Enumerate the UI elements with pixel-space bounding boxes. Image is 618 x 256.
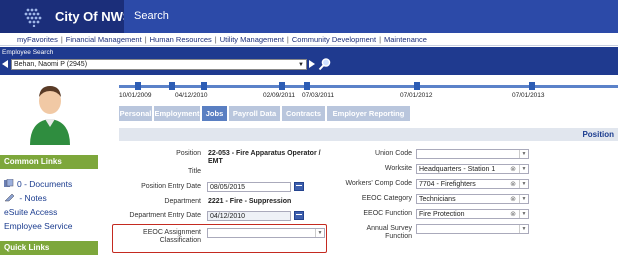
- esuite-access-link[interactable]: eSuite Access: [4, 207, 57, 217]
- eeoc-category-label: EEOC Category: [361, 195, 412, 202]
- timeline-track: [119, 85, 618, 88]
- search-tab[interactable]: Search: [124, 0, 618, 33]
- annual-survey-label: Annual Survey Function: [366, 225, 412, 240]
- employee-search-label: Employee Search: [2, 49, 54, 56]
- notes-icon: [4, 193, 15, 202]
- chevron-down-icon: ▼: [298, 62, 304, 68]
- timeline-date: 07/01/2012: [400, 92, 433, 99]
- brand-title: City Of NWS: [55, 9, 132, 24]
- tab-personal[interactable]: Personal: [119, 106, 153, 121]
- eeoc-category-value: Technicians: [419, 196, 456, 203]
- chevron-down-icon: ▼: [519, 210, 528, 218]
- position-entry-date-label: Position Entry Date: [141, 183, 201, 190]
- department-value: 2221 - Fire - Suppression: [208, 198, 292, 205]
- worksite-value: Headquarters - Station 1: [419, 166, 496, 173]
- timeline-date: 07/01/2013: [512, 92, 545, 99]
- documents-link-label: 0 - Documents: [17, 179, 73, 189]
- chevron-down-icon: ▼: [519, 150, 528, 158]
- timeline-date: 07/03/2011: [302, 92, 335, 99]
- department-entry-date-input[interactable]: 04/12/2010: [207, 211, 291, 221]
- employee-select[interactable]: Behan, Naomi P (2945) ▼: [11, 59, 307, 70]
- employee-service-link[interactable]: Employee Service: [4, 221, 73, 231]
- timeline-marker[interactable]: [304, 82, 310, 90]
- left-sidebar: Common Links 0 - Documents - Notes eSuit…: [0, 75, 98, 256]
- employee-avatar: [26, 81, 74, 145]
- chevron-down-icon: ▼: [519, 195, 528, 203]
- documents-link[interactable]: 0 - Documents: [4, 179, 72, 189]
- main-nav: myFavorites | Financial Management | Human R…: [0, 33, 618, 46]
- timeline-date: 04/12/2010: [175, 92, 208, 99]
- highlight-annotation: [112, 224, 327, 253]
- timeline-date: 10/01/2009: [119, 92, 152, 99]
- chevron-down-icon: ▼: [519, 165, 528, 173]
- section-header: Position: [119, 128, 618, 141]
- clear-icon[interactable]: ⊗: [510, 180, 516, 189]
- chevron-down-icon: ▼: [519, 225, 528, 233]
- position-entry-date-input[interactable]: 08/05/2015: [207, 182, 291, 192]
- timeline-marker[interactable]: [279, 82, 285, 90]
- section-title: Position: [582, 130, 614, 139]
- department-entry-date-label: Department Entry Date: [129, 212, 201, 219]
- tab-jobs[interactable]: Jobs: [202, 106, 228, 121]
- calendar-icon[interactable]: [294, 211, 304, 220]
- quick-links-header: Quick Links: [0, 241, 98, 255]
- timeline-date: 02/09/2011: [263, 92, 296, 99]
- union-code-label: Union Code: [375, 150, 412, 157]
- worksite-label: Worksite: [384, 165, 412, 172]
- eeoc-function-value: Fire Protection: [419, 211, 465, 218]
- title-label: Title: [188, 168, 201, 175]
- nav-item-human-resources[interactable]: Human Resources: [150, 35, 212, 44]
- notes-link-label: - Notes: [17, 193, 47, 203]
- timeline-marker[interactable]: [414, 82, 420, 90]
- tab-employment[interactable]: Employment: [154, 106, 201, 121]
- notes-link[interactable]: - Notes: [4, 193, 47, 203]
- eeoc-function-select[interactable]: Fire Protection ⊗ ▼: [416, 209, 529, 219]
- clear-icon[interactable]: ⊗: [510, 165, 516, 174]
- department-label: Department: [164, 198, 201, 205]
- timeline-marker[interactable]: [201, 82, 207, 90]
- annual-survey-select[interactable]: ▼: [416, 224, 529, 234]
- city-logo-icon: [24, 8, 42, 27]
- nav-item-community-development[interactable]: Community Development: [292, 35, 376, 44]
- top-header: City Of NWS Search: [0, 0, 618, 33]
- timeline-marker[interactable]: [529, 82, 535, 90]
- timeline-marker[interactable]: [135, 82, 141, 90]
- position-label: Position: [176, 150, 201, 157]
- union-code-select[interactable]: ▼: [416, 149, 529, 159]
- job-timeline: 10/01/2009 04/12/2010 02/09/2011 07/03/2…: [119, 82, 618, 102]
- nav-item-utility-management[interactable]: Utility Management: [220, 35, 284, 44]
- search-tab-label: Search: [134, 10, 169, 22]
- calendar-icon[interactable]: [294, 182, 304, 191]
- position-value: 22-053 - Fire Apparatus Operator / EMT: [208, 150, 321, 165]
- tab-contracts[interactable]: Contracts: [282, 106, 326, 121]
- common-links-header: Common Links: [0, 155, 98, 169]
- nav-item-maintenance[interactable]: Maintenance: [384, 35, 427, 44]
- clear-icon[interactable]: ⊗: [510, 195, 516, 204]
- employee-search-bar: Employee Search Behan, Naomi P (2945) ▼: [0, 47, 618, 75]
- nav-item-financial-management[interactable]: Financial Management: [66, 35, 142, 44]
- worksite-select[interactable]: Headquarters - Station 1 ⊗ ▼: [416, 164, 529, 174]
- workers-comp-label: Workers' Comp Code: [345, 180, 412, 187]
- eeoc-function-label: EEOC Function: [363, 210, 412, 217]
- tab-payroll-data[interactable]: Payroll Data: [229, 106, 281, 121]
- employee-select-value: Behan, Naomi P (2945): [14, 61, 88, 68]
- nav-item-myfavorites[interactable]: myFavorites: [17, 35, 58, 44]
- tab-employer-reporting[interactable]: Employer Reporting: [327, 106, 411, 121]
- clear-icon[interactable]: ⊗: [510, 210, 516, 219]
- next-employee-icon[interactable]: [309, 60, 315, 68]
- workers-comp-value: 7704 - Firefighters: [419, 181, 476, 188]
- documents-icon: [4, 179, 14, 187]
- chevron-down-icon: ▼: [519, 180, 528, 188]
- search-icon[interactable]: [318, 57, 332, 71]
- previous-employee-icon[interactable]: [2, 60, 8, 68]
- eeoc-category-select[interactable]: Technicians ⊗ ▼: [416, 194, 529, 204]
- timeline-marker[interactable]: [169, 82, 175, 90]
- workers-comp-select[interactable]: 7704 - Firefighters ⊗ ▼: [416, 179, 529, 189]
